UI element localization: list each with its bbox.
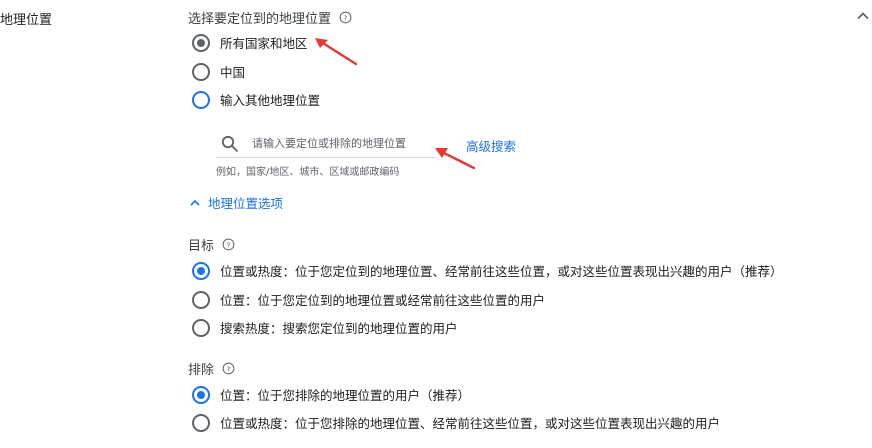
radio-exclude-presence-or-interest[interactable]: 位置或热度：位于您排除的地理位置、经常前往这些位置，或对这些位置表现出兴趣的用户 [192, 413, 720, 432]
radio-label: 输入其他地理位置 [220, 93, 321, 108]
exclude-label-text: 排除 [188, 363, 215, 378]
location-options-label: 地理位置选项 [208, 196, 284, 211]
exclude-group-label: 排除 ? [188, 359, 235, 378]
location-options-toggle[interactable]: 地理位置选项 [188, 193, 283, 212]
radio-button[interactable] [192, 385, 210, 404]
radio-button[interactable] [192, 261, 210, 280]
radio-target-presence-or-interest[interactable]: 位置或热度：位于您定位到的地理位置、经常前往这些位置，或对这些位置表现出兴趣的用… [192, 261, 783, 280]
section-title: 地理位置 [0, 13, 53, 28]
collapse-chevron-up-icon[interactable] [855, 8, 871, 24]
location-search-input[interactable] [252, 137, 432, 150]
radio-label: 搜索热度：搜索您定位到的地理位置的用户 [220, 321, 458, 336]
location-search-field[interactable] [216, 130, 436, 158]
radio-button[interactable] [192, 33, 210, 52]
radio-label: 中国 [220, 65, 246, 80]
radio-other-location[interactable]: 输入其他地理位置 [192, 90, 320, 109]
radio-button[interactable] [192, 62, 210, 81]
search-icon [221, 135, 238, 152]
radio-target-search-interest[interactable]: 搜索热度：搜索您定位到的地理位置的用户 [192, 318, 458, 337]
help-icon[interactable]: ? [339, 11, 352, 24]
radio-label: 位置：位于您排除的地理位置的用户（推荐） [220, 388, 471, 403]
target-label-text: 目标 [188, 239, 215, 254]
chevron-up-icon [190, 199, 200, 206]
location-group-label: 选择要定位到的地理位置 ? [188, 8, 352, 27]
radio-exclude-presence[interactable]: 位置：位于您排除的地理位置的用户（推荐） [192, 385, 470, 404]
svg-text:?: ? [344, 13, 348, 22]
radio-label: 位置或热度：位于您排除的地理位置、经常前往这些位置，或对这些位置表现出兴趣的用户 [220, 416, 721, 431]
target-group-label: 目标 ? [188, 235, 235, 254]
radio-all-countries[interactable]: 所有国家和地区 [192, 33, 308, 52]
radio-button[interactable] [192, 90, 210, 109]
radio-target-presence[interactable]: 位置：位于您定位到的地理位置或经常前往这些位置的用户 [192, 290, 545, 309]
search-hint: 例如，国家/地区、城市、区域或邮政编码 [216, 167, 400, 178]
help-icon[interactable]: ? [222, 362, 235, 375]
svg-text:?: ? [227, 240, 231, 249]
location-label-text: 选择要定位到的地理位置 [188, 12, 332, 27]
radio-china[interactable]: 中国 [192, 62, 245, 81]
annotation-arrow-icon [435, 148, 476, 170]
help-icon[interactable]: ? [222, 238, 235, 251]
radio-label: 位置或热度：位于您定位到的地理位置、经常前往这些位置，或对这些位置表现出兴趣的用… [220, 264, 783, 279]
annotation-arrow-icon [315, 38, 358, 66]
radio-button[interactable] [192, 413, 210, 432]
radio-button[interactable] [192, 290, 210, 309]
radio-button[interactable] [192, 318, 210, 337]
radio-label: 所有国家和地区 [220, 36, 308, 51]
radio-label: 位置：位于您定位到的地理位置或经常前往这些位置的用户 [220, 293, 546, 308]
svg-text:?: ? [227, 364, 231, 373]
